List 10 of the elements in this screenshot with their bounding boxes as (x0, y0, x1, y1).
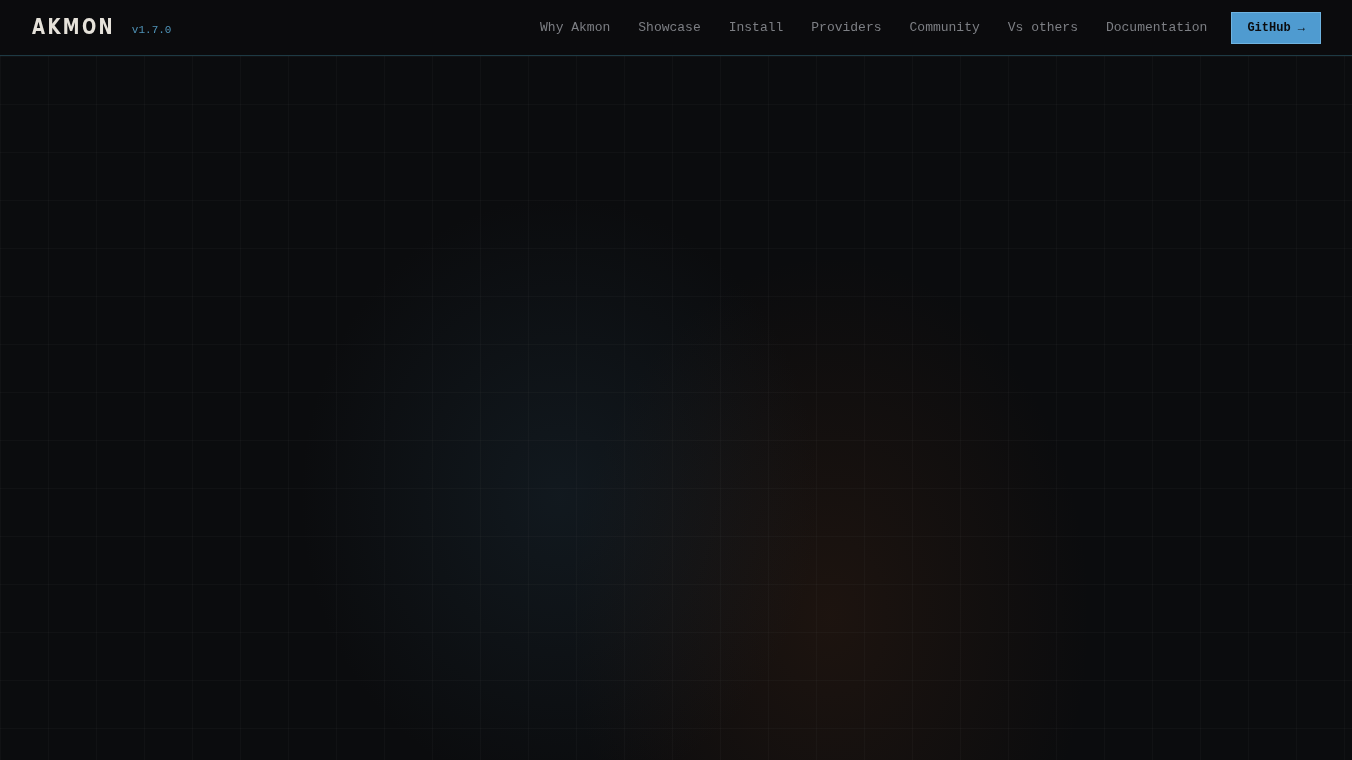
nav-link[interactable]: Vs others (1007, 17, 1078, 38)
nav-link[interactable]: Showcase (638, 17, 701, 38)
version-label: v1.7.0 (131, 23, 172, 39)
brand-logo[interactable]: AKMON (32, 11, 116, 44)
nav-link[interactable]: Providers (811, 17, 882, 38)
nav-link[interactable]: Community (909, 17, 980, 38)
nav-link[interactable]: Install (728, 17, 784, 38)
github-button[interactable]: GitHub → (1231, 11, 1321, 44)
nav-link[interactable]: Documentation (1105, 17, 1208, 38)
nav-link[interactable]: Why Akmon (540, 17, 611, 38)
